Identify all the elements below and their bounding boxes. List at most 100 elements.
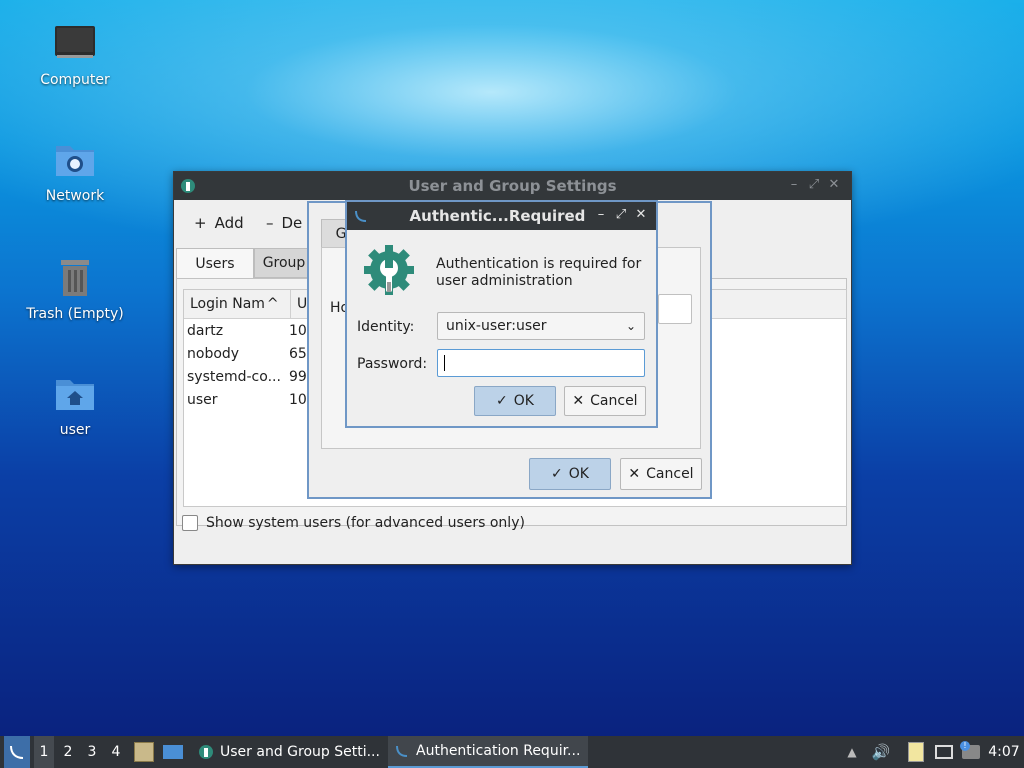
workspace-1[interactable]: 1 [34, 736, 54, 768]
tab-groups-label: Group [262, 255, 306, 271]
checkmark-icon: ✓ [551, 466, 563, 482]
lxqt-logo-icon [10, 745, 24, 759]
auth-cancel-button[interactable]: ✕ Cancel [564, 386, 646, 416]
show-system-users-option[interactable]: Show system users (for advanced users on… [182, 515, 525, 531]
clock-time: 4:07 [988, 744, 1020, 760]
lxqt-logo-icon [355, 210, 367, 222]
tray-network[interactable] [932, 736, 956, 768]
tray-volume[interactable]: 🔊 [870, 736, 892, 768]
cell-login: user [187, 391, 218, 408]
network-icon [935, 745, 953, 759]
tab-users-label: Users [195, 255, 235, 272]
title-bar[interactable]: User and Group Settings – ⤢ ✕ [174, 172, 851, 200]
password-label: Password: [357, 356, 428, 372]
column-header-login-label: Login Nam [190, 296, 265, 312]
app-icon [199, 745, 213, 759]
maximize-icon[interactable]: ⤢ [807, 178, 821, 192]
workspace-3-label: 3 [87, 744, 97, 760]
workspace-3[interactable]: 3 [82, 736, 102, 768]
tab-users[interactable]: Users [176, 248, 254, 278]
alert-badge: ! [960, 741, 970, 751]
start-menu-button[interactable] [4, 736, 30, 768]
task-authentication-required[interactable]: Authentication Requir... [388, 736, 588, 768]
desktop-icon-label: Computer [40, 72, 110, 88]
clock[interactable]: 4:07 [986, 736, 1022, 768]
properties-ok-button[interactable]: ✓ OK [529, 458, 611, 490]
show-system-users-label: Show system users (for advanced users on… [206, 515, 525, 531]
tab-groups[interactable]: Group [254, 248, 314, 278]
workspace-2-label: 2 [63, 744, 73, 760]
task-label: User and Group Setti... [220, 744, 380, 760]
ok-label: OK [513, 393, 534, 409]
workspace-2[interactable]: 2 [58, 736, 78, 768]
network-folder-icon [56, 146, 94, 176]
delete-label: De [281, 214, 303, 232]
identity-select-value: unix-user:user [446, 318, 547, 334]
task-user-group-settings[interactable]: User and Group Setti... [194, 736, 386, 768]
up-arrow-icon: ▲ [847, 745, 857, 759]
desktop-icon-label: Trash (Empty) [26, 306, 124, 322]
delete-button[interactable]: – De [266, 214, 302, 232]
properties-cancel-button[interactable]: ✕ Cancel [620, 458, 702, 490]
file-manager-launcher[interactable] [133, 736, 155, 768]
workspace-4[interactable]: 4 [106, 736, 126, 768]
desktop-icon-network[interactable]: Network [20, 140, 130, 204]
close-icon[interactable]: ✕ [634, 208, 648, 222]
auth-message: Authentication is required for user admi… [436, 256, 642, 289]
clipboard-icon [908, 742, 924, 762]
security-gear-icon [364, 245, 414, 295]
show-system-users-checkbox[interactable] [182, 515, 198, 531]
tray-clipboard[interactable] [905, 736, 927, 768]
add-label: Add [214, 214, 244, 232]
minimize-icon[interactable]: – [787, 178, 801, 192]
identity-label: Identity: [357, 319, 415, 335]
auth-title-bar[interactable]: Authentic...Required – ⤢ ✕ [347, 202, 656, 230]
add-button[interactable]: + Add [194, 214, 244, 232]
cancel-label: Cancel [646, 466, 694, 482]
cell-login: nobody [187, 345, 240, 362]
authentication-dialog: Authentic...Required – ⤢ ✕ Authenticatio… [345, 200, 658, 428]
cancel-x-icon: ✕ [628, 466, 641, 482]
ok-label: OK [568, 466, 589, 482]
show-desktop-launcher[interactable] [161, 736, 185, 768]
column-header-login[interactable]: Login Nam ^ [184, 290, 291, 318]
plus-icon: + [194, 214, 207, 232]
auth-ok-button[interactable]: ✓ OK [474, 386, 556, 416]
cell-login: dartz [187, 322, 224, 339]
home-folder-icon [56, 380, 94, 410]
close-icon[interactable]: ✕ [827, 178, 841, 192]
tray-updates[interactable]: ▲ [842, 736, 862, 768]
sort-ascending-icon: ^ [266, 296, 279, 312]
chevron-down-icon: ⌄ [625, 319, 636, 333]
minimize-icon[interactable]: – [594, 208, 608, 222]
home-field-input[interactable] [658, 294, 692, 324]
notification-icon: ! [960, 741, 980, 759]
volume-icon: 🔊 [871, 743, 891, 761]
desktop-icon-label: Network [45, 188, 105, 204]
maximize-icon[interactable]: ⤢ [614, 208, 628, 222]
tray-notification[interactable]: ! [959, 736, 983, 768]
checkmark-icon: ✓ [496, 393, 508, 409]
password-field[interactable] [437, 349, 645, 377]
workspace-4-label: 4 [111, 744, 121, 760]
task-label: Authentication Requir... [416, 743, 581, 759]
identity-select[interactable]: unix-user:user ⌄ [437, 312, 645, 340]
desktop-icon-trash[interactable]: Trash (Empty) [20, 256, 130, 322]
desktop-icon-home[interactable]: user [20, 374, 130, 438]
file-cabinet-icon [134, 742, 154, 762]
workspace-1-label: 1 [39, 744, 49, 760]
taskbar: 1 2 3 4 User and Group Setti... Authenti… [0, 736, 1024, 768]
cancel-x-icon: ✕ [572, 393, 585, 409]
text-cursor [444, 355, 445, 371]
desktop-icon-computer[interactable]: Computer [20, 24, 130, 88]
minus-icon: – [266, 214, 274, 232]
lxqt-logo-icon [396, 745, 408, 757]
window-title: User and Group Settings [408, 177, 617, 195]
cancel-label: Cancel [590, 393, 638, 409]
trash-icon [61, 260, 89, 296]
monitor-icon [55, 26, 95, 58]
auth-window-title: Authentic...Required [409, 207, 586, 225]
desktop-icon [163, 745, 183, 759]
cell-login: systemd-co... [187, 368, 281, 385]
desktop-icon-label: user [59, 422, 91, 438]
